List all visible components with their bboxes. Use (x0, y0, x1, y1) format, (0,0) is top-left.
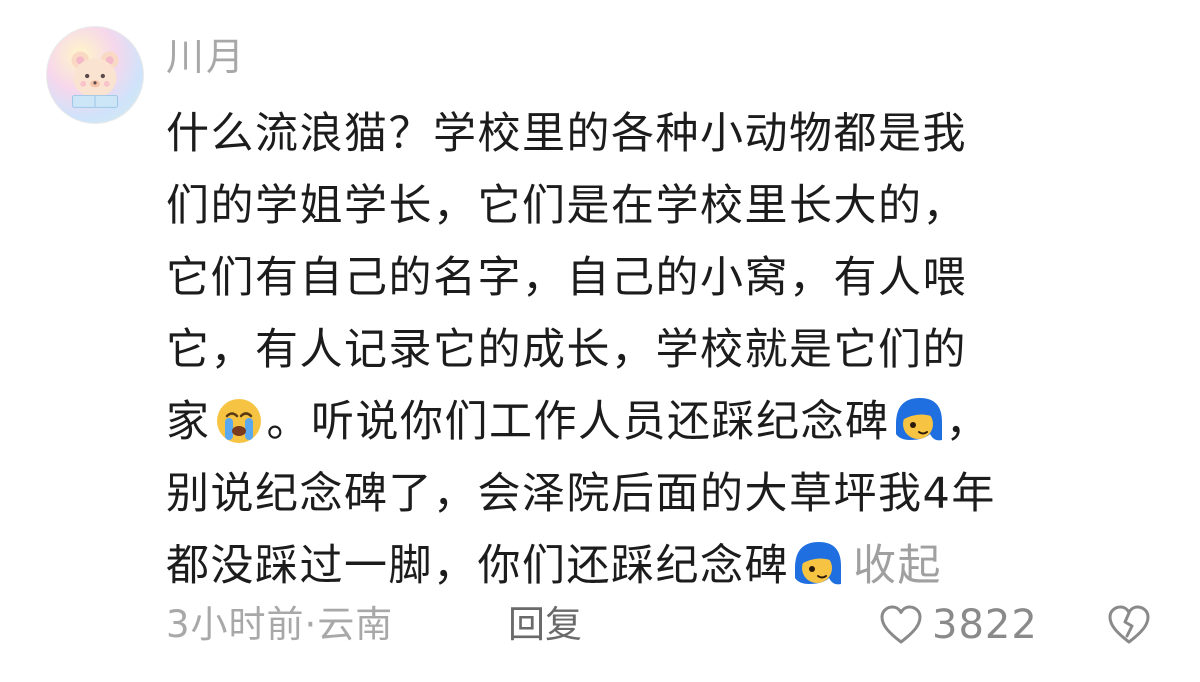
comment-line: 什么流浪猫？学校里的各种小动物都是我 (166, 109, 967, 159)
user-avatar[interactable] (46, 26, 144, 124)
comment-location: 云南 (317, 603, 394, 646)
crying-face-emoji-icon (216, 399, 261, 443)
meta-separator: · (304, 603, 318, 646)
like-button[interactable]: 3822 (878, 598, 1038, 652)
comment-meta: 3小时前·云南 (166, 600, 393, 650)
comment-fragment: ， (945, 397, 990, 447)
username[interactable]: 川月 (166, 32, 246, 82)
blue-hair-face-emoji-icon (895, 398, 942, 441)
broken-heart-icon (1108, 605, 1150, 644)
comment-item: 川月 什么流浪猫？学校里的各种小动物都是我 们的学姐学长，它们是在学校里长大的，… (0, 0, 1200, 682)
comment-line: 家 。听说你们工作人员还踩纪念碑 ， (166, 386, 1156, 458)
comment-fragment: 。听说你们工作人员还踩纪念碑 (266, 397, 890, 447)
like-count: 3822 (932, 602, 1038, 648)
comment-line: 们的学姐学长，它们是在学校里长大的， (166, 181, 967, 231)
dislike-button[interactable] (1106, 602, 1152, 648)
bear-avatar-icon (71, 51, 119, 108)
comment-line: 它们有自己的名字，自己的小窝，有人喂 (166, 253, 967, 303)
blue-hair-face-emoji-icon (795, 542, 841, 585)
comment-fragment: 家 (166, 397, 211, 447)
comment-line: 它，有人记录它的成长，学校就是它们的 (166, 325, 967, 375)
heart-outline-icon (880, 605, 922, 644)
comment-line: 都没踩过一脚，你们还踩纪念碑 收起 (166, 530, 1156, 602)
comment-time: 3小时前 (166, 603, 305, 646)
reply-button[interactable]: 回复 (508, 600, 582, 650)
collapse-link[interactable]: 收起 (853, 541, 942, 591)
comment-text: 什么流浪猫？学校里的各种小动物都是我 们的学姐学长，它们是在学校里长大的， 它们… (166, 98, 1156, 602)
comment-line: 别说纪念碑了，会泽院后面的大草坪我4年 (166, 469, 996, 519)
comment-fragment: 都没踩过一脚，你们还踩纪念碑 (166, 541, 789, 591)
